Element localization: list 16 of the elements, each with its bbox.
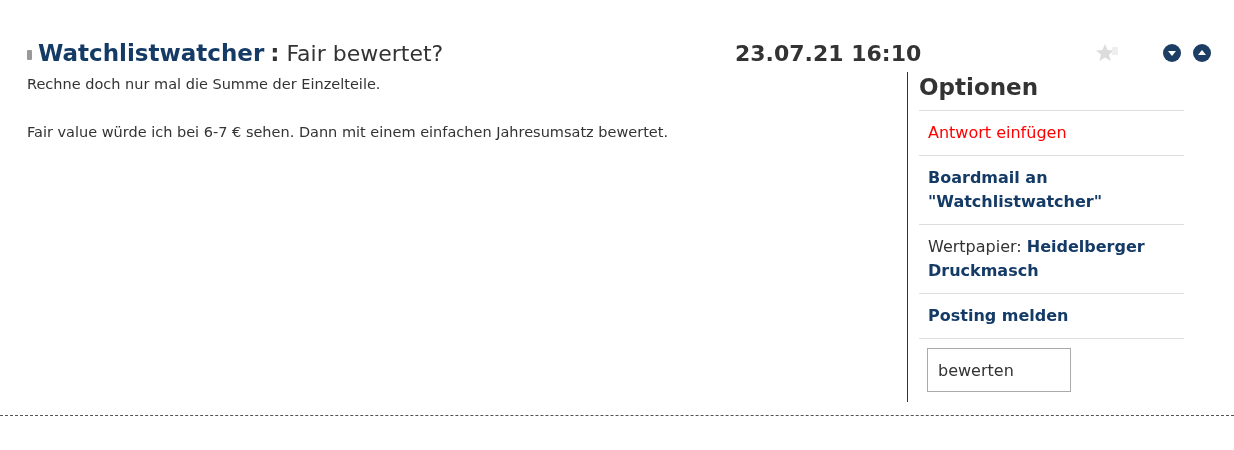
security-link[interactable]: Wertpapier: Heidelberger Druckmasch [928, 235, 1175, 283]
author-link[interactable]: Watchlistwatcher [38, 40, 265, 66]
arrow-down-icon[interactable] [1162, 43, 1184, 63]
post-title: Fair bewertet? [286, 40, 444, 66]
option-link[interactable]: Posting melden [928, 304, 1175, 328]
rate-button[interactable]: bewerten [927, 348, 1071, 392]
arrow-up-icon[interactable] [1192, 43, 1214, 63]
post-paragraph: Fair value würde ich bei 6-7 € sehen. Dann mit einem einfachen Jahresumsatz bewertet. [27, 123, 670, 142]
device-icon [27, 50, 32, 60]
post-paragraph: Rechne doch nur mal die Summe der Einzelteile. [27, 75, 382, 94]
reply-link[interactable]: Antwort einfügen [928, 121, 1175, 145]
post-date: 23.07.21 16:10 [735, 40, 923, 66]
options-heading: Optionen [919, 74, 1040, 100]
option-link[interactable]: Boardmail an "Watchlistwatcher" [928, 166, 1175, 214]
star-icon[interactable] [1095, 43, 1119, 63]
separator: : [270, 40, 280, 66]
